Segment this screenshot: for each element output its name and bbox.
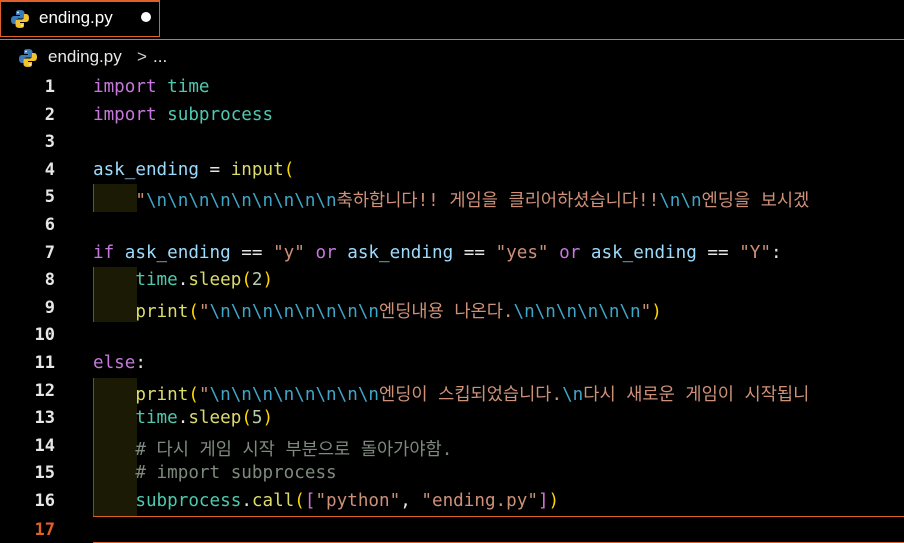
line-number: 17 xyxy=(34,519,55,540)
line-number: 9 xyxy=(44,297,55,318)
code-text: # import subprocess xyxy=(135,463,337,484)
code-line[interactable]: 4 ask_ending = input( xyxy=(0,157,904,185)
tab-label: ending.py xyxy=(39,8,113,27)
code-text: else: xyxy=(93,353,146,373)
breadcrumb-file[interactable]: ending.py xyxy=(48,47,122,67)
code-line[interactable]: 12 print("\n\n\n\n\n\n\n\n엔딩이 스킵되었습니다.\n… xyxy=(0,377,904,406)
code-text: subprocess.call(["python", "ending.py"]) xyxy=(135,491,560,511)
tab-bar: ending.py xyxy=(0,0,904,40)
code-line[interactable]: 16 subprocess.call(["python", "ending.py… xyxy=(0,488,904,516)
tab-ending-py[interactable]: ending.py xyxy=(0,0,160,37)
code-line[interactable]: 1 import time xyxy=(0,74,904,102)
code-text: import subprocess xyxy=(93,104,274,125)
line-number: 12 xyxy=(34,380,55,401)
code-text: if ask_ending == "y" or ask_ending == "y… xyxy=(93,242,782,263)
line-number: 2 xyxy=(44,104,55,125)
code-line[interactable]: 5 "\n\n\n\n\n\n\n\n\n축하합니다!! 게임을 클리어하셨습니… xyxy=(0,184,904,212)
code-line[interactable]: 6 xyxy=(0,212,904,240)
code-line[interactable]: 8 time.sleep(2) xyxy=(0,267,904,295)
code-editor[interactable]: 1 import time 2 import subprocess 3 4 ask_endi… xyxy=(0,74,904,543)
code-text: ask_ending = input( xyxy=(93,159,295,180)
line-number: 16 xyxy=(34,491,55,511)
code-text: time.sleep(2) xyxy=(135,270,274,291)
chevron-right-icon: > xyxy=(137,47,147,66)
line-number: 5 xyxy=(44,187,55,208)
line-number: 13 xyxy=(34,408,55,429)
code-line[interactable]: 15 # import subprocess xyxy=(0,460,904,488)
code-text: time.sleep(5) xyxy=(135,408,274,429)
code-text: # 다시 게임 시작 부분으로 돌아가야함. xyxy=(135,439,453,460)
code-text: print("\n\n\n\n\n\n\n\n엔딩이 스킵되었습니다.\n다시 … xyxy=(135,384,810,405)
line-number: 15 xyxy=(34,463,55,484)
code-line[interactable]: 17 xyxy=(35,515,904,543)
code-line[interactable]: 2 import subprocess xyxy=(0,102,904,130)
line-number: 6 xyxy=(44,215,55,235)
code-text: import time xyxy=(93,77,210,97)
line-number: 3 xyxy=(44,132,55,153)
line-number: 7 xyxy=(44,242,55,263)
code-line[interactable]: 3 xyxy=(0,129,904,157)
code-line[interactable]: 14 # 다시 게임 시작 부분으로 돌아가야함. xyxy=(0,432,904,461)
line-number: 1 xyxy=(44,77,55,97)
unsaved-dot-icon[interactable] xyxy=(141,12,151,22)
code-text: "\n\n\n\n\n\n\n\n\n축하합니다!! 게임을 클리어하셨습니다!… xyxy=(135,191,810,212)
line-number: 8 xyxy=(44,270,55,291)
line-number: 11 xyxy=(34,353,55,373)
breadcrumb: ending.py > ... xyxy=(0,44,904,72)
code-line[interactable]: 7 if ask_ending == "y" or ask_ending == "… xyxy=(0,240,904,268)
code-line[interactable]: 11 else: xyxy=(0,350,904,378)
line-number: 14 xyxy=(34,435,55,456)
breadcrumb-more[interactable]: ... xyxy=(153,47,167,67)
code-line[interactable]: 9 print("\n\n\n\n\n\n\n\n엔딩내용 나온다.\n\n\n… xyxy=(0,294,904,323)
python-file-icon xyxy=(19,49,37,67)
code-line[interactable]: 13 time.sleep(5) xyxy=(0,405,904,433)
code-text: print("\n\n\n\n\n\n\n\n엔딩내용 나온다.\n\n\n\n… xyxy=(135,301,662,322)
code-line[interactable]: 10 xyxy=(0,322,904,350)
line-number: 4 xyxy=(44,159,55,180)
line-number: 10 xyxy=(34,325,55,346)
python-file-icon xyxy=(11,10,29,28)
